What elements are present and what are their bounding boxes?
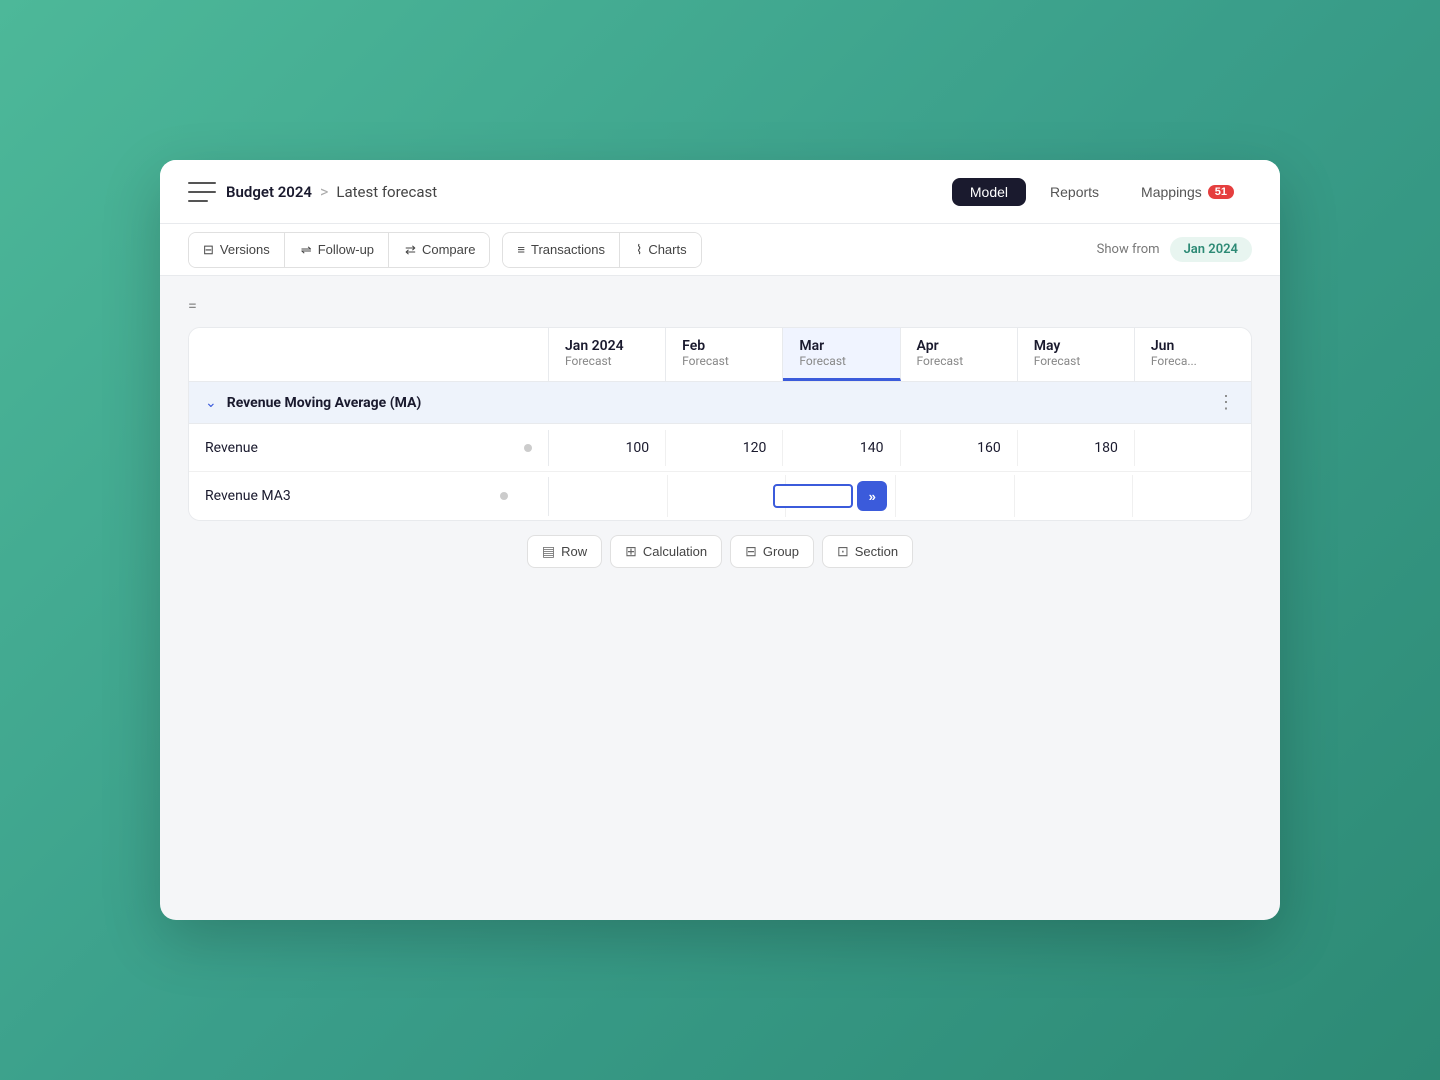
table-header: Jan 2024 Forecast Feb Forecast Mar Forec…: [189, 328, 1251, 382]
show-from-label: Show from: [1097, 242, 1160, 257]
row-icon: ▤: [542, 543, 555, 560]
sidebar-toggle-button[interactable]: [188, 182, 216, 202]
th-month-jun[interactable]: Jun Foreca...: [1135, 328, 1251, 381]
group-title: Revenue Moving Average (MA): [227, 395, 1207, 411]
fill-right-button[interactable]: »: [857, 481, 887, 511]
toolbar: ⊟ Versions ⇌ Follow-up ⇄ Compare ≡ Trans…: [160, 224, 1280, 276]
th-months: Jan 2024 Forecast Feb Forecast Mar Forec…: [549, 328, 1251, 381]
th-month-jan[interactable]: Jan 2024 Forecast: [549, 328, 666, 381]
main-content: = Jan 2024 Forecast Feb Forecast Mar: [160, 276, 1280, 920]
th-month-mar[interactable]: Mar Forecast: [783, 328, 900, 381]
cell-ma3-mar-active[interactable]: »: [786, 475, 896, 517]
data-table: Jan 2024 Forecast Feb Forecast Mar Forec…: [188, 327, 1252, 521]
model-nav-button[interactable]: Model: [952, 178, 1026, 206]
row-label-cell-revenue: Revenue: [189, 430, 549, 466]
charts-icon: ⌇: [636, 242, 642, 258]
group-chevron-icon[interactable]: ⌄: [205, 395, 217, 411]
toolbar-group-left: ⊟ Versions ⇌ Follow-up ⇄ Compare: [188, 232, 490, 268]
cell-ma3-jan[interactable]: [549, 475, 668, 517]
reports-nav-button[interactable]: Reports: [1032, 178, 1117, 206]
cell-ma3-may[interactable]: [1015, 475, 1134, 517]
followup-button[interactable]: ⇌ Follow-up: [287, 233, 389, 267]
toolbar-right: Show from Jan 2024: [1097, 237, 1252, 262]
add-row-label: Row: [561, 544, 587, 559]
followup-label: Follow-up: [318, 242, 374, 257]
row-label-ma3: Revenue MA3: [205, 488, 492, 504]
cell-revenue-mar[interactable]: 140: [783, 430, 900, 466]
th-month-feb[interactable]: Feb Forecast: [666, 328, 783, 381]
add-section-button[interactable]: ⊡ Section: [822, 535, 913, 568]
charts-button[interactable]: ⌇ Charts: [622, 233, 701, 267]
compare-label: Compare: [422, 242, 475, 257]
transactions-icon: ≡: [517, 242, 525, 257]
cell-ma3-mar-input[interactable]: [773, 484, 853, 508]
cell-revenue-apr[interactable]: 160: [901, 430, 1018, 466]
th-month-may[interactable]: May Forecast: [1018, 328, 1135, 381]
filter-bar: =: [188, 288, 1252, 323]
breadcrumb-current: Latest forecast: [336, 183, 437, 201]
charts-label: Charts: [648, 242, 686, 257]
cell-revenue-feb[interactable]: 120: [666, 430, 783, 466]
group-row: ⌄ Revenue Moving Average (MA) ⋮: [189, 382, 1251, 424]
cell-ma3-apr[interactable]: [896, 475, 1015, 517]
group-menu-icon[interactable]: ⋮: [1217, 392, 1235, 413]
add-calculation-label: Calculation: [643, 544, 707, 559]
cell-revenue-jun[interactable]: [1135, 430, 1251, 466]
header-nav: Model Reports Mappings 51: [952, 178, 1252, 206]
breadcrumb-separator: >: [320, 182, 328, 201]
add-section-label: Section: [855, 544, 898, 559]
app-window: Budget 2024 > Latest forecast Model Repo…: [160, 160, 1280, 920]
filter-icon[interactable]: =: [188, 296, 197, 315]
row-status-dot: [524, 444, 532, 452]
table-row: Revenue MA3 ⋮ »: [189, 472, 1251, 520]
add-calculation-button[interactable]: ⊞ Calculation: [610, 535, 722, 568]
table-row: Revenue 100 120 140 160 180: [189, 424, 1251, 472]
header-left: Budget 2024 > Latest forecast: [188, 182, 952, 202]
cell-revenue-jan[interactable]: 100: [549, 430, 666, 466]
compare-icon: ⇄: [405, 242, 416, 258]
followup-icon: ⇌: [301, 242, 312, 258]
add-row-button[interactable]: ▤ Row: [527, 535, 602, 568]
mappings-nav-button[interactable]: Mappings 51: [1123, 178, 1252, 206]
breadcrumb: Budget 2024 > Latest forecast: [226, 182, 437, 201]
transactions-button[interactable]: ≡ Transactions: [503, 233, 620, 267]
mappings-label: Mappings: [1141, 184, 1202, 200]
add-group-label: Group: [763, 544, 799, 559]
compare-button[interactable]: ⇄ Compare: [391, 233, 489, 267]
row-cells-revenue: 100 120 140 160 180: [549, 430, 1251, 466]
versions-button[interactable]: ⊟ Versions: [189, 233, 285, 267]
show-from-value[interactable]: Jan 2024: [1170, 237, 1252, 262]
row-label-cell-ma3: Revenue MA3 ⋮: [189, 477, 549, 516]
transactions-label: Transactions: [531, 242, 605, 257]
row-status-dot: [500, 492, 508, 500]
section-icon: ⊡: [837, 543, 849, 560]
th-month-apr[interactable]: Apr Forecast: [901, 328, 1018, 381]
row-label-revenue: Revenue: [205, 440, 516, 456]
breadcrumb-parent[interactable]: Budget 2024: [226, 183, 312, 201]
header: Budget 2024 > Latest forecast Model Repo…: [160, 160, 1280, 224]
add-row-bar: ▤ Row ⊞ Calculation ⊟ Group ⊡ Section: [188, 521, 1252, 568]
group-icon: ⊟: [745, 543, 757, 560]
calculation-icon: ⊞: [625, 543, 637, 560]
toolbar-group-right: ≡ Transactions ⌇ Charts: [502, 232, 701, 268]
versions-icon: ⊟: [203, 242, 214, 258]
versions-label: Versions: [220, 242, 270, 257]
row-cells-ma3: »: [549, 475, 1251, 517]
add-group-button[interactable]: ⊟ Group: [730, 535, 814, 568]
cell-revenue-may[interactable]: 180: [1018, 430, 1135, 466]
mappings-badge: 51: [1208, 185, 1234, 199]
cell-ma3-jun[interactable]: [1133, 475, 1251, 517]
th-label-empty: [189, 328, 549, 381]
cell-ma3-feb[interactable]: [668, 475, 787, 517]
